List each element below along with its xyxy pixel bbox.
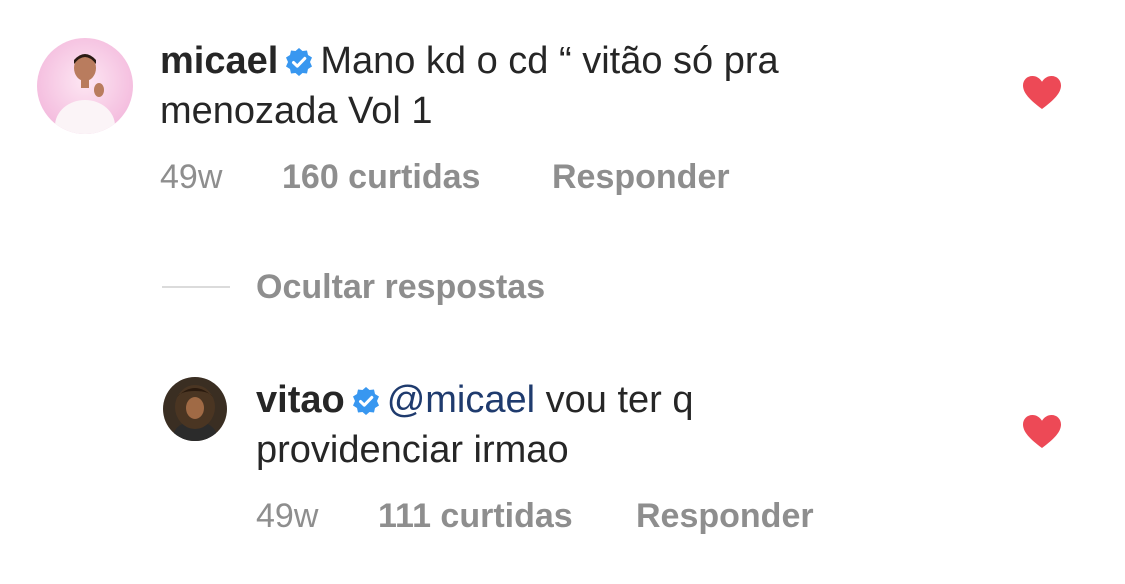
comment-body: micael Mano kd o cd “ vitão só pra menoza… xyxy=(160,38,980,134)
avatar-photo-icon xyxy=(163,377,227,441)
verified-badge-icon xyxy=(284,42,314,88)
reply-likes[interactable]: 111 curtidas xyxy=(378,497,636,536)
reply-time: 49w xyxy=(256,497,319,535)
reply-body: vitao @micael vou ter q providenciar irma… xyxy=(256,377,996,473)
reply-reply-button[interactable]: Responder xyxy=(636,497,814,536)
comment-avatar[interactable] xyxy=(37,38,133,134)
comment-likes[interactable]: 160 curtidas xyxy=(282,158,552,197)
comment-time: 49w xyxy=(160,158,223,196)
avatar-photo-icon xyxy=(37,38,133,134)
reply-text-line-1: vou ter q xyxy=(535,379,694,421)
reply-like-heart-icon[interactable] xyxy=(1022,414,1062,450)
comment-username[interactable]: micael xyxy=(160,40,278,82)
comment-line-1: micael Mano kd o cd “ vitão só pra xyxy=(160,38,980,88)
comment-meta: 49w 160 curtidas Responder xyxy=(160,158,730,197)
comment-reply-button[interactable]: Responder xyxy=(552,158,730,197)
comment-text-line-1: Mano kd o cd “ vitão só pra xyxy=(320,40,779,82)
verified-badge-icon xyxy=(351,381,381,427)
comment-like-heart-icon[interactable] xyxy=(1022,75,1062,111)
hide-replies-button[interactable]: Ocultar respostas xyxy=(256,268,545,307)
comment-text-line-2: menozada Vol 1 xyxy=(160,90,433,132)
reply-line-1: vitao @micael vou ter q xyxy=(256,377,996,427)
reply-mention-link[interactable]: @micael xyxy=(387,379,535,421)
reply-text-line-2: providenciar irmao xyxy=(256,429,569,471)
replies-divider xyxy=(162,286,230,288)
reply-username[interactable]: vitao xyxy=(256,379,345,421)
reply-meta: 49w 111 curtidas Responder xyxy=(256,497,814,536)
reply-avatar[interactable] xyxy=(163,377,227,441)
